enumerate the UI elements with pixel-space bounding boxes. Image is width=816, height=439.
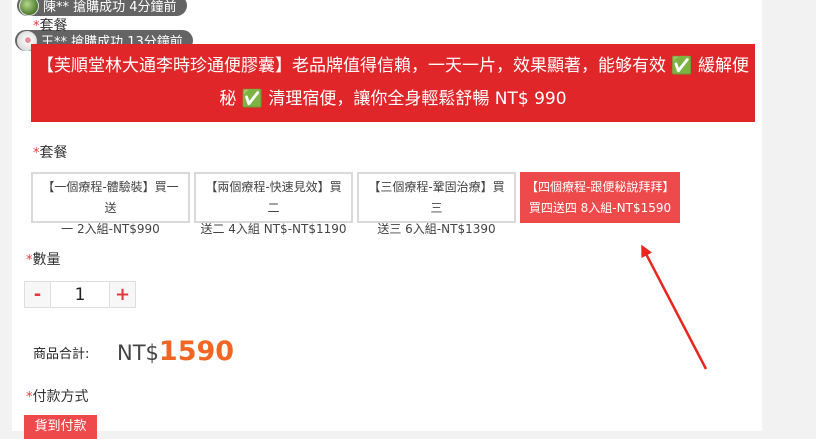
product-banner: 【芙順堂林大通李時珍通便膠囊】老品牌值得信賴，一天一片，效果顯著，能够有效 ✅ … (31, 44, 755, 122)
total-price: NT$1590 (117, 336, 234, 367)
payment-label: *付款方式 (26, 389, 89, 405)
total-label: 商品合計: (33, 347, 90, 362)
currency: NT$ (117, 341, 159, 365)
package-option-1[interactable]: 【一個療程-體驗裝】買一送 一 2入組-NT$990 (31, 172, 190, 236)
increase-quantity-button[interactable]: + (109, 282, 135, 307)
decrease-quantity-button[interactable]: - (25, 282, 51, 307)
purchase-notification-1: 陳** 搶購成功 4分鐘前 (17, 0, 187, 16)
quantity-stepper[interactable]: - 1 + (24, 281, 136, 308)
package-label: *套餐 (33, 145, 68, 161)
quantity-label: *數量 (26, 252, 61, 268)
total-amount: 1590 (158, 336, 235, 367)
purchase-notification-text: 陳** 搶購成功 4分鐘前 (43, 0, 177, 15)
quantity-value[interactable]: 1 (51, 282, 109, 307)
avatar (19, 0, 39, 16)
package-option-2[interactable]: 【兩個療程-快速見效】買二 送二 4入組 NT$-NT$1190 (194, 172, 353, 236)
package-option-4[interactable]: 【四個療程-跟便秘說拜拜】 買四送四 8入組-NT$1590 (520, 172, 680, 223)
payment-option-cod[interactable]: 貨到付款 (24, 415, 97, 439)
banner-line-1: 【芙順堂林大通李時珍通便膠囊】老品牌值得信賴，一天一片，效果顯著，能够有效 ✅ … (37, 56, 749, 76)
package-option-3[interactable]: 【三個療程-鞏固治療】買三 送三 6入組-NT$1390 (357, 172, 516, 236)
banner-line-2: 秘 ✅ 清理宿便，讓你全身輕鬆舒暢 NT$ 990 (219, 89, 567, 109)
